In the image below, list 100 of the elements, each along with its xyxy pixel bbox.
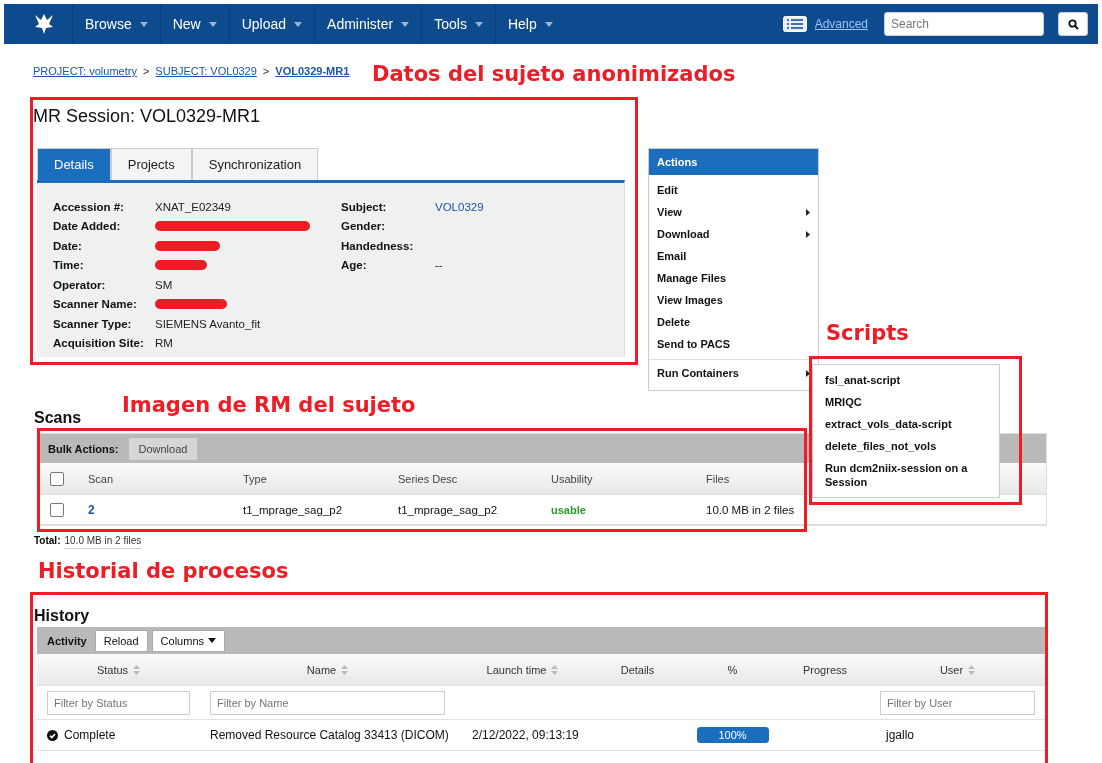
checkbox[interactable] xyxy=(50,471,64,486)
caret-icon xyxy=(474,21,483,27)
download-button[interactable]: Download xyxy=(128,437,198,460)
field-label: Gender: xyxy=(341,220,387,233)
column-header[interactable]: Progress xyxy=(780,663,870,676)
menu-item[interactable]: Email xyxy=(649,245,818,267)
filter-field[interactable]: Filter by Name xyxy=(210,690,445,715)
tab[interactable]: Projects xyxy=(110,148,192,180)
status-cell: Complete xyxy=(37,728,200,742)
nav-menu[interactable]: Tools xyxy=(421,4,495,44)
field-value: XNAT_E02349 xyxy=(155,200,231,213)
menu-item[interactable]: delete_files_not_vols xyxy=(813,435,999,457)
menu-item[interactable]: View xyxy=(649,201,818,223)
table-cell-text: Removed Resource Catalog 33413 (DICOM) xyxy=(209,728,450,742)
columns-button[interactable]: Columns xyxy=(151,629,225,652)
column-header: Scan xyxy=(88,472,114,485)
menu-item[interactable]: MRIQC xyxy=(813,391,999,413)
field-label: Operator: xyxy=(53,278,107,291)
caret-icon xyxy=(544,21,553,27)
column-header[interactable]: % xyxy=(685,663,780,676)
annotation-label: Datos del sujeto anonimizados xyxy=(372,62,736,86)
field-label: Age: xyxy=(341,259,368,272)
field-label: Scanner Type: xyxy=(53,317,133,330)
caret-icon xyxy=(294,21,303,27)
column-header: Usability xyxy=(551,472,593,485)
progress-bar: 100% xyxy=(696,727,769,743)
caret-icon xyxy=(208,21,217,27)
table-cell: t1_mprage_sag_p2 xyxy=(243,503,343,516)
usability-status: usable xyxy=(551,503,586,516)
total-label: Total: xyxy=(34,535,61,548)
field-label: Scanner Name: xyxy=(53,298,138,311)
check-circle-icon xyxy=(47,729,58,741)
field-label: Accession #: xyxy=(53,200,125,213)
toolbar-label: Activity xyxy=(47,634,87,647)
menu-item[interactable]: Delete xyxy=(649,311,818,333)
field-label: Subject: xyxy=(341,200,388,213)
nav-menu[interactable]: New xyxy=(159,4,229,44)
advanced-link[interactable]: Advanced xyxy=(814,17,868,31)
submenu-arrow-icon xyxy=(806,230,810,238)
annotation-label: Historial de procesos xyxy=(38,559,289,583)
menu-header: Actions xyxy=(649,149,818,175)
scan-link[interactable]: 2 xyxy=(88,502,95,517)
submenu-arrow-icon xyxy=(806,369,810,377)
filter-field[interactable]: Filter by User xyxy=(880,690,1035,715)
caret-icon xyxy=(401,21,410,27)
search-button[interactable] xyxy=(1058,12,1088,36)
field-value: SIEMENS Avanto_fit xyxy=(155,317,261,330)
menu-item[interactable]: Manage Files xyxy=(649,267,818,289)
caret-icon xyxy=(139,21,148,27)
menu-item[interactable]: Run dcm2niix-session on a Session xyxy=(813,457,999,493)
annotation-label: Imagen de RM del sujeto xyxy=(122,393,416,417)
field-label: Time: xyxy=(53,259,85,272)
breadcrumb-link[interactable]: SUBJECT: VOL0329 xyxy=(155,65,257,77)
column-header[interactable]: Status xyxy=(37,663,200,676)
checkbox[interactable] xyxy=(50,502,64,517)
field-label: Date Added: xyxy=(53,220,122,233)
menu-item[interactable]: View Images xyxy=(649,289,818,311)
column-header[interactable]: User xyxy=(870,663,1045,676)
field-value: -- xyxy=(435,259,443,272)
breadcrumb-separator: > xyxy=(142,65,150,77)
field-value: RM xyxy=(155,337,173,350)
caret-icon xyxy=(208,638,216,643)
submenu-arrow-icon xyxy=(806,208,810,216)
breadcrumb-link[interactable]: PROJECT: volumetry xyxy=(33,65,137,77)
table-cell: 10.0 MB in 2 files xyxy=(706,503,795,516)
column-header[interactable]: Details xyxy=(590,663,685,676)
reload-button[interactable]: Reload xyxy=(94,629,148,652)
annotation-label: Scripts xyxy=(826,321,909,345)
column-header[interactable]: Name xyxy=(200,663,455,676)
field-label: Acquisition Site: xyxy=(53,337,145,350)
menu-item[interactable]: Send to PACS xyxy=(649,333,818,355)
bulk-actions-label: Bulk Actions: xyxy=(48,442,119,455)
menu-item[interactable]: Edit xyxy=(649,179,818,201)
session-title: MR Session: VOL0329-MR1 xyxy=(33,106,261,128)
table-cell-text: 2/12/2022, 09:13:19 xyxy=(471,728,580,742)
search-field[interactable]: Search xyxy=(884,12,1044,36)
column-header: Type xyxy=(243,472,267,485)
tab[interactable]: Synchronization xyxy=(191,148,319,180)
tab[interactable]: Details xyxy=(37,148,111,180)
field-value: SM xyxy=(155,278,173,291)
logo-icon[interactable] xyxy=(32,12,56,36)
nav-menu[interactable]: Administer xyxy=(314,4,422,44)
column-header: Series Desc xyxy=(398,472,458,485)
nav-menu[interactable]: Upload xyxy=(228,4,315,44)
breadcrumb-separator: > xyxy=(262,65,270,77)
menu-item[interactable]: extract_vols_data-script xyxy=(813,413,999,435)
menu-item[interactable]: Download xyxy=(649,223,818,245)
field-label: Handedness: xyxy=(341,239,415,252)
search-icon xyxy=(1067,18,1079,30)
nav-menu[interactable]: Browse xyxy=(72,4,160,44)
subject-link[interactable]: VOL0329 xyxy=(435,200,484,213)
table-cell: t1_mprage_sag_p2 xyxy=(398,503,498,516)
breadcrumb-link[interactable]: VOL0329-MR1 xyxy=(275,65,350,77)
column-header[interactable]: Launch time xyxy=(455,663,590,676)
section-title: History xyxy=(33,607,90,626)
filter-field[interactable]: Filter by Status xyxy=(47,690,190,715)
column-header: Files xyxy=(706,472,730,485)
list-icon[interactable] xyxy=(782,16,807,32)
total-value: 10.0 MB in 2 files xyxy=(64,535,142,549)
nav-menu[interactable]: Help xyxy=(494,4,565,44)
